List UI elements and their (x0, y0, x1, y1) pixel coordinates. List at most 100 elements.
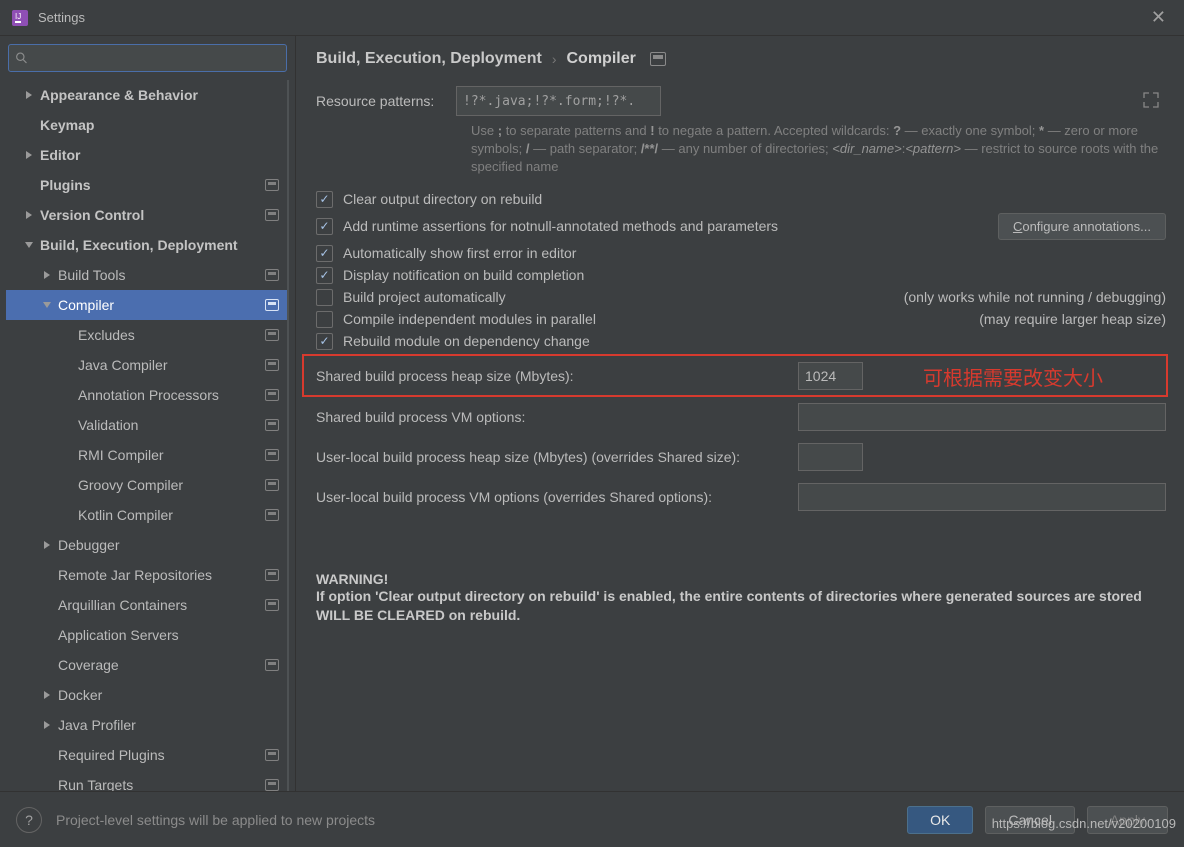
chevron-right-icon[interactable] (42, 540, 52, 550)
build-auto-note: (only works while not running / debuggin… (904, 289, 1166, 305)
sidebar-item-label: Debugger (58, 537, 279, 553)
notify-completion-checkbox[interactable]: ✓ (316, 267, 333, 284)
chevron-right-icon[interactable] (42, 690, 52, 700)
clear-output-checkbox[interactable]: ✓ (316, 191, 333, 208)
search-icon (15, 51, 28, 65)
sidebar-item-label: Java Profiler (58, 717, 279, 733)
chevron-right-icon[interactable] (42, 720, 52, 730)
sidebar-item-arquillian-containers[interactable]: Arquillian Containers (6, 590, 287, 620)
sidebar-item-annotation-processors[interactable]: Annotation Processors (6, 380, 287, 410)
sidebar-item-validation[interactable]: Validation (6, 410, 287, 440)
breadcrumb: Build, Execution, Deployment › Compiler (316, 50, 1166, 68)
user-heap-label: User-local build process heap size (Mbyt… (316, 449, 798, 465)
sidebar-item-java-profiler[interactable]: Java Profiler (6, 710, 287, 740)
sidebar-item-label: Arquillian Containers (58, 597, 259, 613)
parallel-label: Compile independent modules in parallel (343, 311, 596, 327)
sidebar-item-coverage[interactable]: Coverage (6, 650, 287, 680)
sidebar-item-required-plugins[interactable]: Required Plugins (6, 740, 287, 770)
sidebar-item-debugger[interactable]: Debugger (6, 530, 287, 560)
close-icon[interactable]: ✕ (1145, 5, 1172, 30)
sidebar-item-plugins[interactable]: Plugins (6, 170, 287, 200)
sidebar-item-label: Docker (58, 687, 279, 703)
sidebar-item-groovy-compiler[interactable]: Groovy Compiler (6, 470, 287, 500)
runtime-assertions-checkbox[interactable]: ✓ (316, 218, 333, 235)
sidebar-item-compiler[interactable]: Compiler (6, 290, 287, 320)
project-scope-icon (265, 299, 279, 311)
project-scope-icon (265, 749, 279, 761)
sidebar-item-kotlin-compiler[interactable]: Kotlin Compiler (6, 500, 287, 530)
chevron-right-icon[interactable] (24, 150, 34, 160)
sidebar-item-label: Remote Jar Repositories (58, 567, 259, 583)
warning-heading: WARNING! (316, 571, 1166, 587)
sidebar-item-label: Application Servers (58, 627, 279, 643)
sidebar-search[interactable] (8, 44, 287, 72)
sidebar-item-build-tools[interactable]: Build Tools (6, 260, 287, 290)
sidebar-item-label: Coverage (58, 657, 259, 673)
heap-label: Shared build process heap size (Mbytes): (316, 368, 798, 384)
crumb-current: Compiler (566, 50, 635, 68)
chevron-down-icon[interactable] (24, 240, 34, 250)
sidebar-item-docker[interactable]: Docker (6, 680, 287, 710)
expand-icon[interactable] (1142, 91, 1160, 109)
sidebar-item-version-control[interactable]: Version Control (6, 200, 287, 230)
sidebar-item-build-execution-deployment[interactable]: Build, Execution, Deployment (6, 230, 287, 260)
sidebar-item-keymap[interactable]: Keymap (6, 110, 287, 140)
project-scope-icon (265, 449, 279, 461)
configure-annotations-button[interactable]: Configure annotations... (998, 213, 1166, 240)
sidebar-item-java-compiler[interactable]: Java Compiler (6, 350, 287, 380)
chevron-down-icon[interactable] (42, 300, 52, 310)
project-scope-icon (265, 509, 279, 521)
clear-output-label: Clear output directory on rebuild (343, 191, 542, 207)
sidebar-item-editor[interactable]: Editor (6, 140, 287, 170)
sidebar-item-label: Build Tools (58, 267, 259, 283)
sidebar-item-label: Editor (40, 147, 279, 163)
sidebar-item-label: Plugins (40, 177, 259, 193)
parallel-checkbox[interactable] (316, 311, 333, 328)
runtime-assertions-label: Add runtime assertions for notnull-annot… (343, 218, 778, 234)
sidebar-item-label: Groovy Compiler (78, 477, 259, 493)
project-scope-icon (265, 329, 279, 341)
user-vm-input[interactable] (798, 483, 1166, 511)
sidebar-item-run-targets[interactable]: Run Targets (6, 770, 287, 791)
resource-patterns-input[interactable] (456, 86, 661, 116)
help-icon[interactable]: ? (16, 807, 42, 833)
build-auto-checkbox[interactable] (316, 289, 333, 306)
window-title: Settings (38, 10, 85, 25)
project-scope-icon (265, 599, 279, 611)
sidebar-item-label: Run Targets (58, 777, 259, 791)
build-auto-label: Build project automatically (343, 289, 506, 305)
rebuild-dep-checkbox[interactable]: ✓ (316, 333, 333, 350)
vm-input[interactable] (798, 403, 1166, 431)
auto-show-error-checkbox[interactable]: ✓ (316, 245, 333, 262)
project-scope-icon (265, 389, 279, 401)
sidebar-item-remote-jar-repositories[interactable]: Remote Jar Repositories (6, 560, 287, 590)
chevron-right-icon[interactable] (42, 270, 52, 280)
project-scope-icon (265, 209, 279, 221)
heap-input[interactable] (798, 362, 863, 390)
title-bar: IJ Settings ✕ (0, 0, 1184, 36)
chevron-right-icon[interactable] (24, 210, 34, 220)
resource-patterns-label: Resource patterns: (316, 86, 456, 116)
footer-message: Project-level settings will be applied t… (56, 812, 375, 828)
crumb-root[interactable]: Build, Execution, Deployment (316, 50, 542, 68)
sidebar-item-label: Appearance & Behavior (40, 87, 279, 103)
user-heap-input[interactable] (798, 443, 863, 471)
warning-text: If option 'Clear output directory on reb… (316, 587, 1166, 626)
chevron-right-icon[interactable] (24, 90, 34, 100)
sidebar-item-excludes[interactable]: Excludes (6, 320, 287, 350)
sidebar-item-label: Keymap (40, 117, 279, 133)
project-scope-icon (265, 659, 279, 671)
sidebar-item-rmi-compiler[interactable]: RMI Compiler (6, 440, 287, 470)
project-scope-icon (650, 52, 666, 66)
rebuild-dep-label: Rebuild module on dependency change (343, 333, 590, 349)
settings-content: Build, Execution, Deployment › Compiler … (296, 36, 1184, 791)
sidebar-item-application-servers[interactable]: Application Servers (6, 620, 287, 650)
auto-show-error-label: Automatically show first error in editor (343, 245, 576, 261)
project-scope-icon (265, 569, 279, 581)
sidebar-item-appearance-behavior[interactable]: Appearance & Behavior (6, 80, 287, 110)
sidebar-item-label: Java Compiler (78, 357, 259, 373)
sidebar-item-label: Required Plugins (58, 747, 259, 763)
search-input[interactable] (32, 51, 280, 66)
svg-text:IJ: IJ (15, 12, 21, 21)
ok-button[interactable]: OK (907, 806, 973, 834)
